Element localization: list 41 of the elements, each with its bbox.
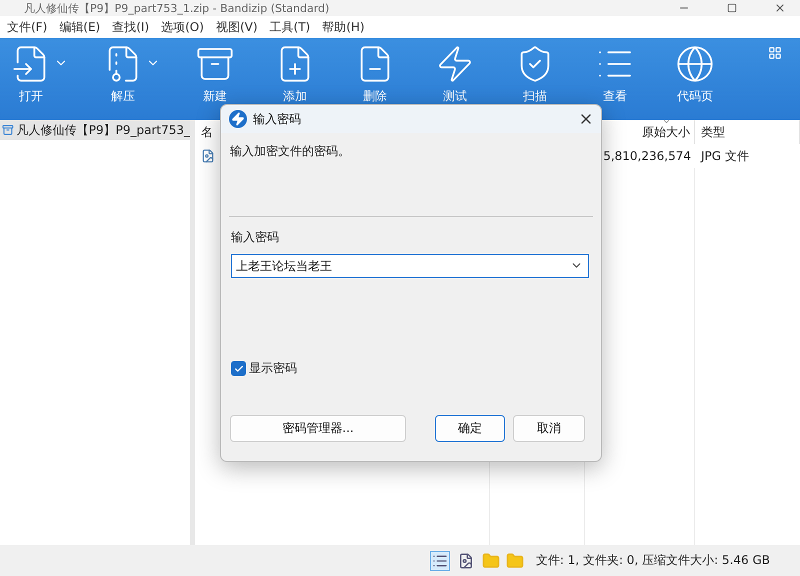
menu-item[interactable]: 帮助(H): [317, 18, 370, 36]
checkbox-label: 显示密码: [249, 360, 297, 377]
dialog-message: 输入加密文件的密码。: [230, 143, 351, 160]
checkbox[interactable]: [231, 361, 246, 376]
toolbar-button[interactable]: 删除: [352, 44, 398, 105]
menu-item[interactable]: 编辑(E): [54, 18, 106, 36]
toolbar-button[interactable]: 扫描: [512, 44, 558, 105]
dialog-button[interactable]: 密码管理器...: [230, 415, 406, 442]
menu-item[interactable]: 查找(I): [107, 18, 154, 36]
toolbar-button[interactable]: 测试: [432, 44, 478, 105]
menu-item[interactable]: 工具(T): [264, 18, 316, 36]
dialog-button[interactable]: 确定: [435, 415, 505, 442]
image-file-icon: [201, 149, 215, 163]
status-text: 文件: 1, 文件夹: 0, 压缩文件大小: 5.46 GB: [536, 552, 770, 569]
toolbar-button[interactable]: 新建: [192, 44, 238, 105]
check-icon: [234, 364, 244, 374]
column-header[interactable]: 类型: [701, 124, 725, 140]
menu-item[interactable]: 选项(O): [156, 18, 209, 36]
dialog-title: 输入密码: [253, 110, 302, 128]
app-icon: [229, 110, 247, 128]
password-field[interactable]: 上老王论坛当老王: [231, 254, 589, 278]
dialog-button[interactable]: 取消: [513, 415, 585, 442]
details-view-button[interactable]: [430, 550, 450, 570]
tree-item[interactable]: 凡人修仙传【P9】P9_part753_: [0, 120, 190, 140]
toolbar-button[interactable]: 查看: [592, 44, 638, 105]
table-cell: JPG 文件: [701, 148, 749, 164]
column-header[interactable]: 原始大小: [642, 124, 690, 140]
toolbar-button[interactable]: 代码页: [672, 44, 718, 105]
menu-item[interactable]: 视图(V): [210, 18, 263, 36]
field-label: 输入密码: [231, 229, 280, 246]
window-title: 凡人修仙传【P9】P9_part753_1.zip - Bandizip (Standard): [24, 0, 330, 16]
zip-icon: [2, 123, 14, 137]
menu-item[interactable]: 文件(F): [2, 18, 52, 36]
globe-icon: [675, 44, 715, 84]
tree-item-label: 凡人修仙传【P9】P9_part753_: [16, 122, 190, 138]
toolbar-button[interactable]: 解压: [100, 44, 146, 105]
toolbar-button[interactable]: 添加: [272, 44, 318, 105]
column-header[interactable]: 名: [201, 124, 213, 140]
toolbar-button[interactable]: 打开: [8, 44, 54, 105]
layout-icon[interactable]: [768, 46, 782, 60]
table-cell: 5,810,236,574: [603, 149, 691, 163]
